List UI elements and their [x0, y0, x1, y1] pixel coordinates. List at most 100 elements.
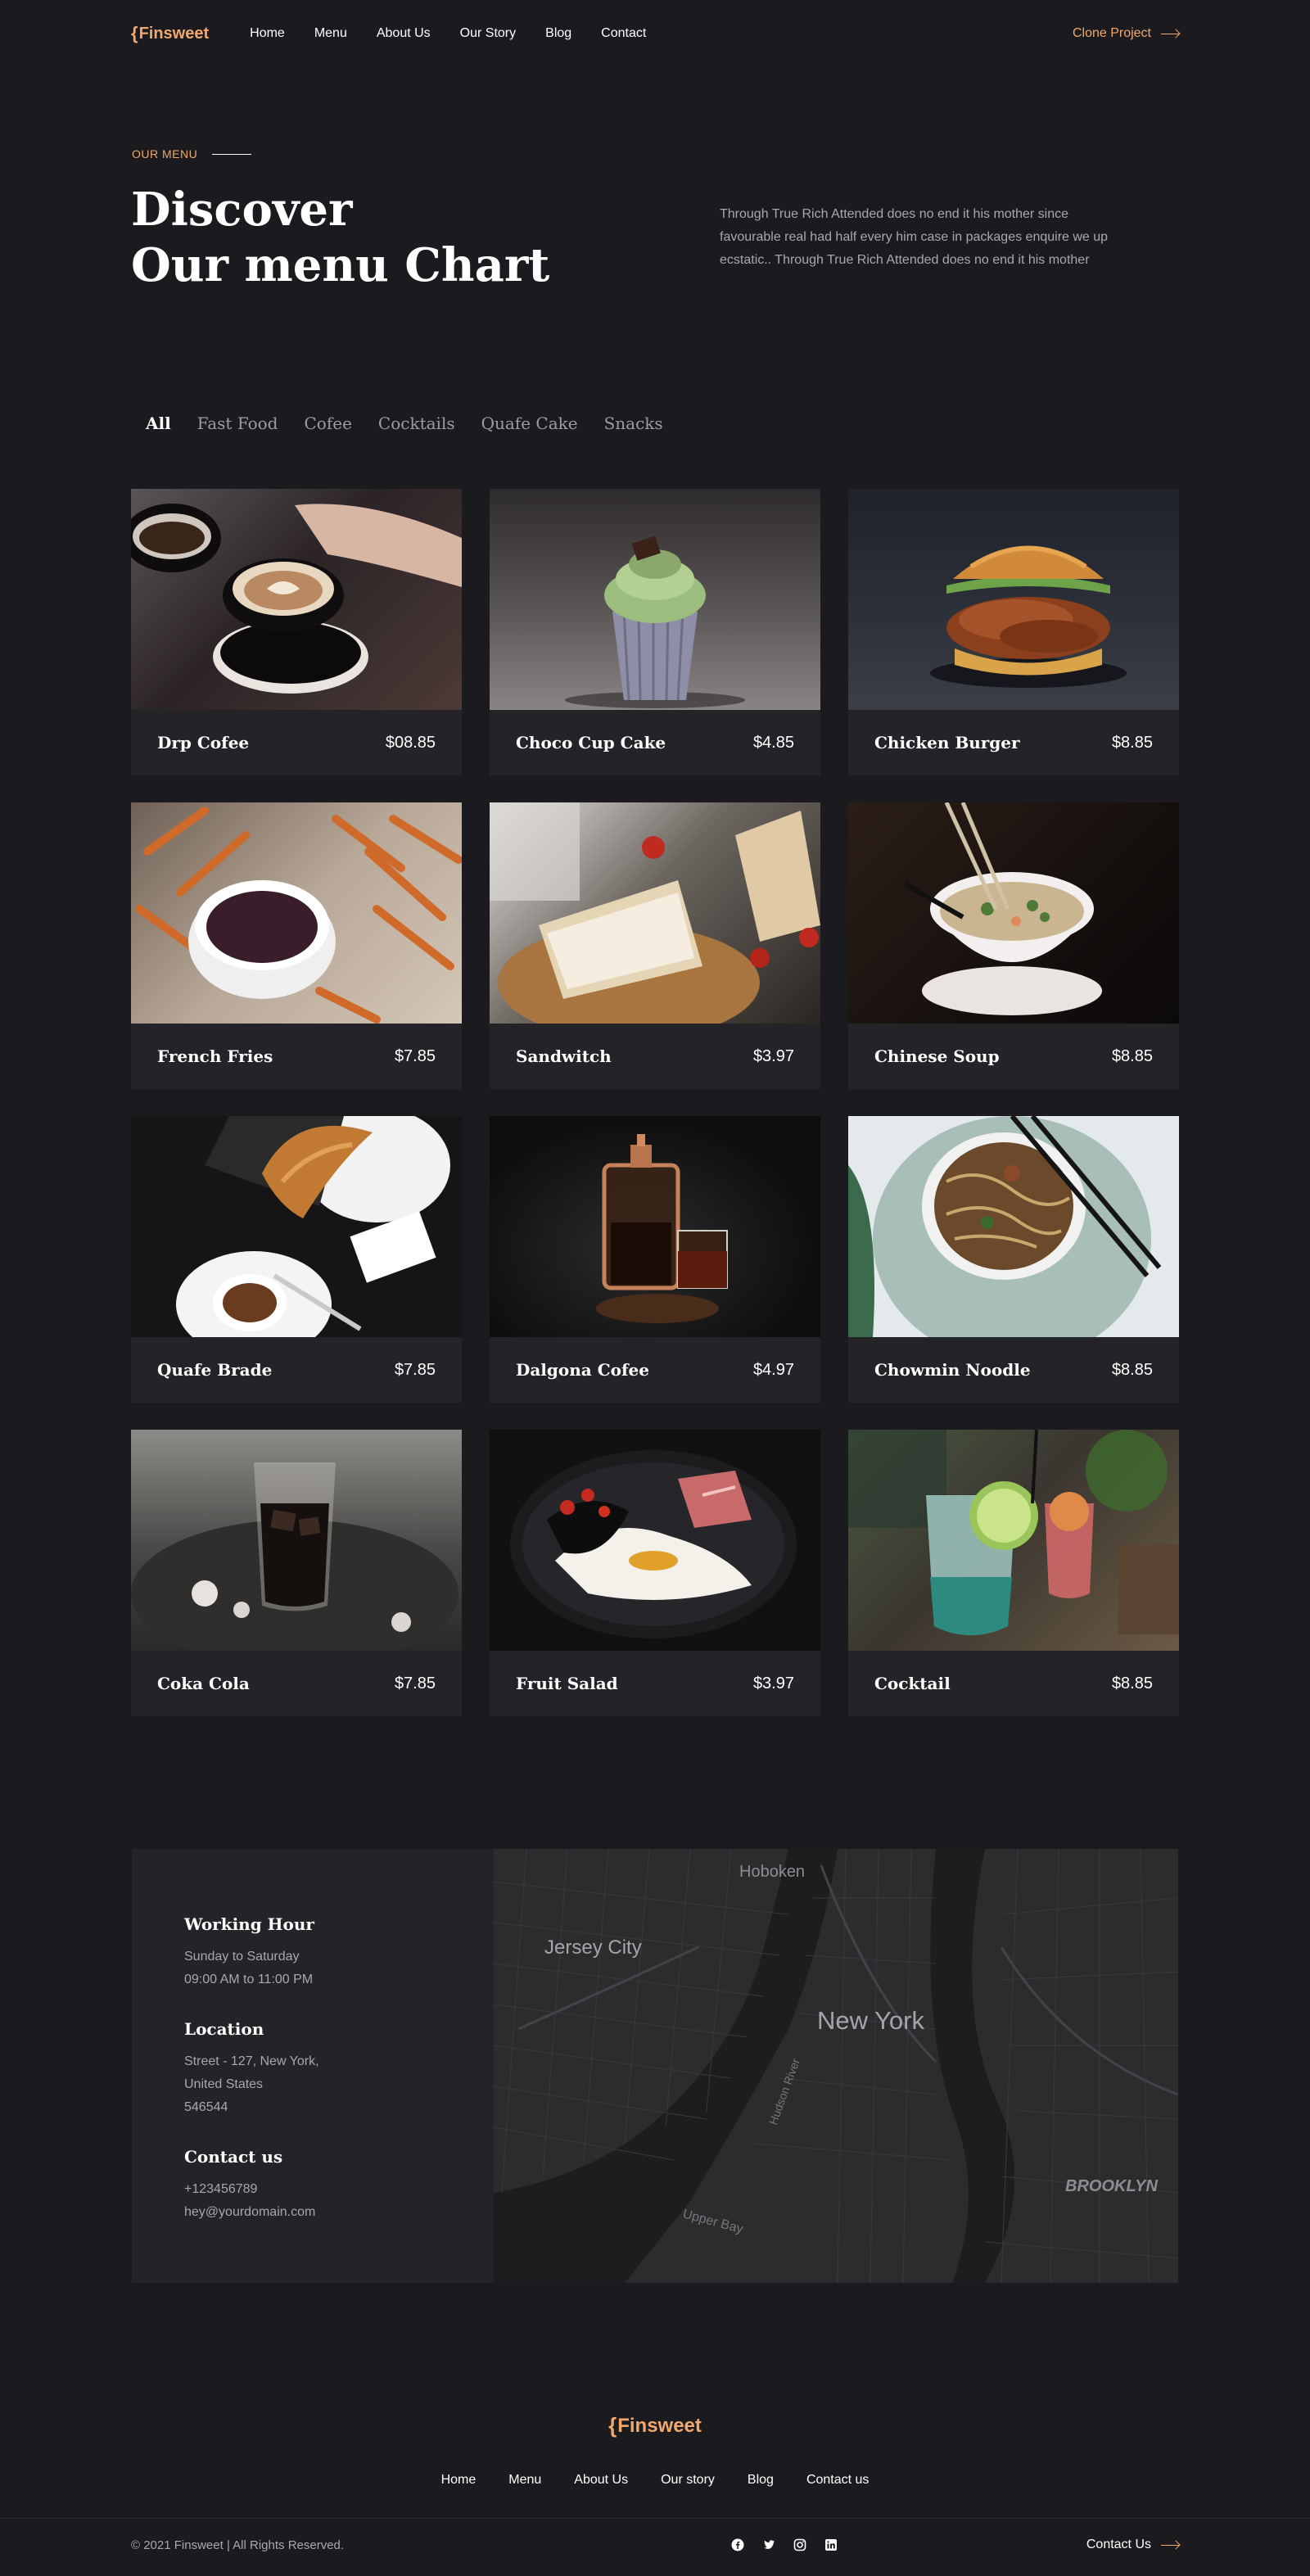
chinese-soup-photo	[848, 802, 1179, 1024]
drp-cofee-photo	[131, 489, 462, 710]
menu-card[interactable]: Sandwitch $3.97	[490, 802, 820, 1089]
choco-cup-cake-photo	[490, 489, 820, 710]
location-country: United States	[184, 2077, 264, 2091]
nav-link-home[interactable]: Home	[250, 26, 285, 41]
footer-contact-label: Contact Us	[1086, 2538, 1151, 2551]
tab-snacks[interactable]: Snacks	[604, 414, 663, 433]
dalgona-cofee-photo	[490, 1116, 820, 1337]
contact-phone[interactable]: +123456789	[184, 2178, 441, 2201]
arrow-right-icon	[1161, 2544, 1179, 2546]
menu-item-price: $3.97	[752, 1046, 794, 1065]
copyright: © 2021 Finsweet | All Rights Reserved.	[131, 2538, 345, 2552]
logo-brace-icon: {	[131, 23, 138, 43]
logo[interactable]: { Finsweet	[131, 23, 209, 44]
menu-grid: Drp Cofee $08.85 Choco Cup Cake $4.85 Ch…	[131, 489, 1179, 1716]
contact-section: Working Hour Sunday to Saturday 09:00 AM…	[132, 1849, 1178, 2283]
map-label-jersey-city: Jersey City	[544, 1937, 642, 1959]
map-label-brooklyn: BROOKLYN	[1065, 2177, 1159, 2195]
working-hour-block: Working Hour Sunday to Saturday 09:00 AM…	[184, 1914, 441, 1991]
top-nav: { Finsweet Home Menu About Us Our Story …	[131, 21, 1179, 46]
location-map[interactable]: Hoboken Jersey City New York BROOKLYN Up…	[494, 1849, 1178, 2283]
coka-cola-photo	[131, 1430, 462, 1651]
tab-cofee[interactable]: Cofee	[305, 414, 352, 433]
nav-link-blog[interactable]: Blog	[545, 26, 571, 41]
tab-quafe-cake[interactable]: Quafe Cake	[481, 414, 578, 433]
contact-title: Contact us	[184, 2147, 283, 2167]
menu-card[interactable]: Choco Cup Cake $4.85	[490, 489, 820, 775]
footer-logo[interactable]: { Finsweet	[608, 2413, 702, 2438]
footer-bottom: © 2021 Finsweet | All Rights Reserved. C…	[131, 2537, 1179, 2553]
menu-card[interactable]: Chowmin Noodle $8.85	[848, 1116, 1179, 1403]
twitter-icon[interactable]	[761, 2537, 777, 2553]
menu-item-price: $4.85	[752, 733, 794, 752]
fruit-salad-photo	[490, 1430, 820, 1651]
footer-contact-link[interactable]: Contact Us	[1086, 2538, 1179, 2552]
contact-block: Contact us +123456789 hey@yourdomain.com	[184, 2147, 441, 2224]
footer-link-contact[interactable]: Contact us	[806, 2473, 869, 2488]
menu-item-name: Drp Cofee	[157, 733, 250, 752]
working-time: 09:00 AM to 11:00 PM	[184, 1973, 314, 1986]
clone-project-link[interactable]: Clone Project	[1073, 26, 1179, 41]
nav-links: Home Menu About Us Our Story Blog Contac…	[250, 26, 646, 41]
menu-card[interactable]: Chinese Soup $8.85	[848, 802, 1179, 1089]
menu-card[interactable]: Coka Cola $7.85	[131, 1430, 462, 1716]
footer-link-blog[interactable]: Blog	[748, 2473, 774, 2488]
tab-fast-food[interactable]: Fast Food	[197, 414, 278, 433]
location-title: Location	[184, 2019, 264, 2039]
nav-link-story[interactable]: Our Story	[460, 26, 516, 41]
menu-item-name: Cocktail	[874, 1674, 951, 1693]
menu-item-name: Coka Cola	[157, 1674, 250, 1693]
working-days: Sunday to Saturday	[184, 1950, 300, 1964]
menu-item-name: Dalgona Cofee	[516, 1360, 649, 1380]
nav-link-menu[interactable]: Menu	[314, 26, 347, 41]
map-label-hoboken: Hoboken	[739, 1863, 805, 1881]
menu-card[interactable]: Quafe Brade $7.85	[131, 1116, 462, 1403]
footer-link-menu[interactable]: Menu	[508, 2473, 541, 2488]
location-block: Location Street - 127, New York, United …	[184, 2019, 441, 2119]
nav-link-about[interactable]: About Us	[377, 26, 431, 41]
menu-card[interactable]: Drp Cofee $08.85	[131, 489, 462, 775]
cocktail-photo	[848, 1430, 1179, 1651]
menu-card[interactable]: Dalgona Cofee $4.97	[490, 1116, 820, 1403]
footer-link-story[interactable]: Our story	[661, 2473, 715, 2488]
facebook-icon[interactable]	[730, 2537, 746, 2553]
linkedin-icon[interactable]	[823, 2537, 839, 2553]
tab-all[interactable]: All	[146, 414, 171, 433]
menu-item-name: French Fries	[157, 1046, 273, 1066]
hero-description: Through True Rich Attended does no end i…	[720, 207, 1109, 267]
location-street: Street - 127, New York,	[184, 2054, 319, 2068]
french-fries-photo	[131, 802, 462, 1024]
chicken-burger-photo	[848, 489, 1179, 710]
menu-card[interactable]: Chicken Burger $8.85	[848, 489, 1179, 775]
footer-logo-wrap: { Finsweet	[0, 2413, 1310, 2438]
logo-text: Finsweet	[138, 24, 210, 43]
menu-item-price: $8.85	[1111, 1046, 1153, 1065]
footer-link-about[interactable]: About Us	[574, 2473, 628, 2488]
footer-links: Home Menu About Us Our story Blog Contac…	[0, 2473, 1310, 2488]
map-label-new-york: New York	[817, 2006, 924, 2035]
menu-item-price: $3.97	[752, 1674, 794, 1692]
footer-divider	[0, 2518, 1310, 2519]
social-links	[730, 2537, 839, 2553]
menu-item-name: Sandwitch	[516, 1046, 612, 1066]
contact-email[interactable]: hey@yourdomain.com	[184, 2201, 441, 2224]
nav-link-contact[interactable]: Contact	[601, 26, 646, 41]
menu-item-name: Choco Cup Cake	[516, 733, 666, 752]
menu-card[interactable]: Fruit Salad $3.97	[490, 1430, 820, 1716]
menu-tabs: All Fast Food Cofee Cocktails Quafe Cake…	[146, 414, 663, 433]
menu-item-name: Fruit Salad	[516, 1674, 618, 1693]
sandwitch-photo	[490, 802, 820, 1024]
footer-link-home[interactable]: Home	[441, 2473, 477, 2488]
menu-card[interactable]: Cocktail $8.85	[848, 1430, 1179, 1716]
footer-logo-text: Finsweet	[617, 2414, 702, 2437]
footer-logo-brace-icon: {	[608, 2413, 617, 2438]
contact-info: Working Hour Sunday to Saturday 09:00 AM…	[132, 1849, 494, 2283]
tab-cocktails[interactable]: Cocktails	[378, 414, 455, 433]
menu-item-name: Chinese Soup	[874, 1046, 1000, 1066]
menu-card[interactable]: French Fries $7.85	[131, 802, 462, 1089]
instagram-icon[interactable]	[792, 2537, 808, 2553]
clone-project-label: Clone Project	[1072, 26, 1151, 40]
menu-item-name: Quafe Brade	[157, 1360, 273, 1380]
location-zip: 546544	[184, 2100, 228, 2114]
menu-item-price: $8.85	[1111, 1360, 1153, 1379]
